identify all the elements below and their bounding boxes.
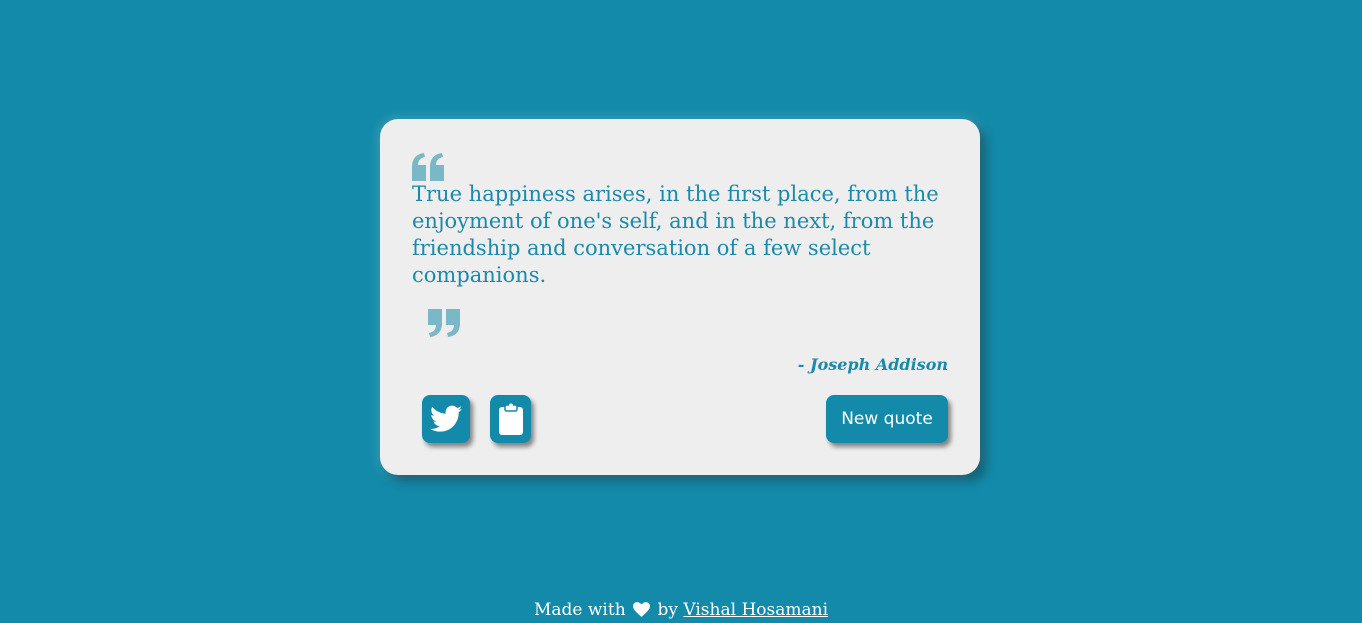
copy-button[interactable] <box>490 395 531 443</box>
heart-icon <box>633 602 651 617</box>
footer: Made with by Vishal Hosamani <box>0 599 1362 621</box>
quote-author: - Joseph Addison <box>797 355 948 374</box>
footer-by: by <box>657 600 678 620</box>
quote-card: True happiness arises, in the first plac… <box>380 119 980 475</box>
clipboard-icon <box>498 403 523 435</box>
twitter-icon <box>430 405 462 432</box>
open-quote-icon <box>412 153 444 181</box>
author-link[interactable]: Vishal Hosamani <box>683 600 828 620</box>
footer-prefix: Made with <box>533 600 626 620</box>
new-quote-button[interactable]: New quote <box>826 395 948 443</box>
close-quote-icon <box>428 309 460 337</box>
tweet-button[interactable] <box>422 395 470 443</box>
quote-text: True happiness arises, in the first plac… <box>412 182 939 287</box>
